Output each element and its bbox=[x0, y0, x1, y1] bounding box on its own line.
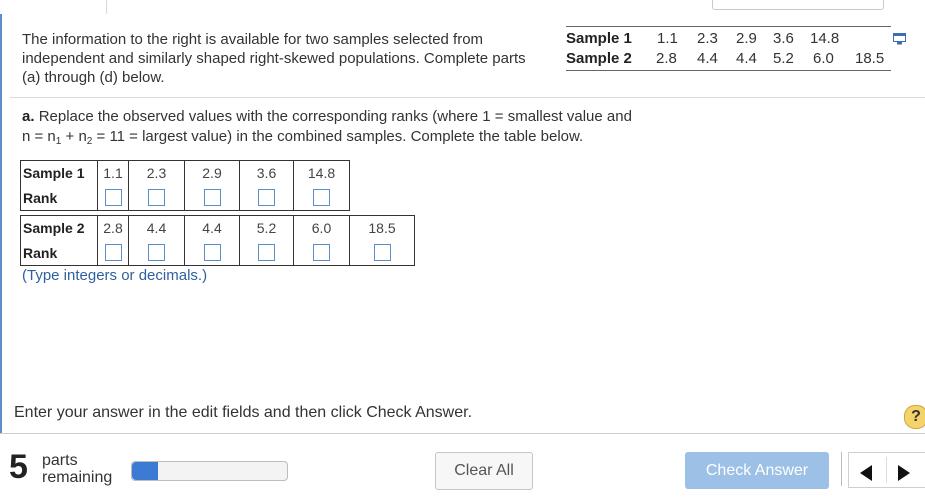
footer-instruction: Enter your answer in the edit fields and… bbox=[14, 404, 473, 421]
given-value: 2.3 bbox=[697, 30, 718, 47]
rank-cell bbox=[128, 185, 185, 211]
table-rule-top bbox=[566, 26, 891, 27]
given-sample2-label: Sample 2 bbox=[566, 50, 632, 67]
part-a-sub1: 1 bbox=[55, 136, 62, 147]
remaining-word: remaining bbox=[42, 469, 113, 486]
top-dropdown-edge[interactable] bbox=[712, 0, 884, 10]
part-a-text1: Replace the observed values with the cor… bbox=[38, 108, 632, 125]
table-cell: 14.8 bbox=[293, 160, 350, 185]
footer-divider bbox=[0, 433, 925, 434]
table-row: Rank bbox=[20, 240, 415, 266]
given-value: 4.4 bbox=[697, 50, 718, 67]
problem-intro: The information to the right is availabl… bbox=[22, 31, 526, 86]
question-nav bbox=[848, 452, 925, 488]
copy-icon[interactable] bbox=[893, 33, 907, 45]
table-cell: 1.1 bbox=[97, 160, 129, 185]
table-cell: 4.4 bbox=[184, 215, 240, 240]
table-rule-bottom bbox=[566, 70, 891, 71]
row-label: Rank bbox=[20, 185, 98, 211]
part-a-line2: n = n1 + n2 = 11 = largest value) in the… bbox=[22, 127, 722, 149]
rank-input[interactable] bbox=[104, 189, 122, 207]
part-a-label: a. bbox=[22, 108, 35, 125]
table-cell: 5.2 bbox=[239, 215, 294, 240]
given-value: 5.2 bbox=[773, 50, 794, 67]
given-value: 1.1 bbox=[657, 30, 678, 47]
parts-remaining-count: 5 bbox=[9, 448, 28, 486]
table-row: Sample 1 1.1 2.3 2.9 3.6 14.8 bbox=[20, 160, 350, 185]
nav-separator bbox=[841, 452, 842, 486]
rank-cell bbox=[184, 240, 240, 266]
rank-table-sample2: Sample 2 2.8 4.4 4.4 5.2 6.0 18.5 Rank bbox=[20, 215, 415, 266]
rank-input[interactable] bbox=[104, 244, 122, 262]
rank-cell bbox=[97, 185, 129, 211]
part-a-plus: + n bbox=[61, 128, 87, 145]
given-sample1-label: Sample 1 bbox=[566, 30, 632, 47]
prev-arrow-icon[interactable] bbox=[860, 465, 872, 481]
rank-cell bbox=[97, 240, 129, 266]
row-label: Sample 2 bbox=[20, 215, 98, 240]
table-cell: 3.6 bbox=[239, 160, 294, 185]
left-accent-bar bbox=[0, 14, 2, 434]
check-answer-button[interactable]: Check Answer bbox=[685, 452, 829, 489]
rank-input[interactable] bbox=[148, 244, 165, 262]
given-value: 18.5 bbox=[855, 50, 885, 67]
input-hint: (Type integers or decimals.) bbox=[22, 267, 208, 284]
table-cell: 18.5 bbox=[349, 215, 415, 240]
table-row: Sample 2 2.8 4.4 4.4 5.2 6.0 18.5 bbox=[20, 215, 415, 240]
progress-fill bbox=[132, 462, 159, 480]
top-strip bbox=[0, 0, 925, 14]
nav-divider bbox=[886, 457, 887, 483]
table-cell: 4.4 bbox=[128, 215, 185, 240]
rank-input[interactable] bbox=[258, 189, 275, 207]
section-divider bbox=[10, 97, 925, 98]
given-value: 6.0 bbox=[813, 50, 834, 67]
table-row: Rank bbox=[20, 185, 350, 211]
rank-input[interactable] bbox=[203, 244, 221, 262]
rank-cell bbox=[239, 240, 294, 266]
top-divider bbox=[106, 0, 107, 14]
given-value: 14.8 bbox=[810, 30, 840, 47]
rank-input[interactable] bbox=[148, 189, 165, 207]
parts-remaining-label: parts remaining bbox=[42, 452, 112, 486]
part-a-instructions: a. Replace the observed values with the … bbox=[22, 107, 722, 149]
table-cell: 2.3 bbox=[128, 160, 185, 185]
rank-input[interactable] bbox=[203, 189, 221, 207]
row-label: Sample 1 bbox=[20, 160, 98, 185]
table-cell: 2.8 bbox=[97, 215, 129, 240]
rank-input[interactable] bbox=[373, 244, 391, 262]
row-label: Rank bbox=[20, 240, 98, 266]
rank-input[interactable] bbox=[258, 244, 275, 262]
given-value: 3.6 bbox=[773, 30, 794, 47]
part-a-rest: = 11 = largest value) in the combined sa… bbox=[92, 128, 584, 145]
part-a-n: n = n bbox=[22, 128, 56, 145]
rank-cell bbox=[349, 240, 415, 266]
parts-word: parts bbox=[42, 452, 78, 469]
help-icon[interactable]: ? bbox=[904, 405, 925, 429]
rank-input[interactable] bbox=[313, 244, 330, 262]
part-a-sub2: 2 bbox=[86, 136, 93, 147]
clear-all-button[interactable]: Clear All bbox=[435, 452, 533, 490]
rank-input[interactable] bbox=[313, 189, 330, 207]
table-cell: 2.9 bbox=[184, 160, 240, 185]
rank-cell bbox=[184, 185, 240, 211]
rank-cell bbox=[293, 240, 350, 266]
rank-table-sample1: Sample 1 1.1 2.3 2.9 3.6 14.8 Rank bbox=[20, 160, 350, 211]
rank-cell bbox=[128, 240, 185, 266]
rank-cell bbox=[239, 185, 294, 211]
next-arrow-icon[interactable] bbox=[898, 465, 910, 481]
given-value: 2.9 bbox=[736, 30, 757, 47]
given-value: 4.4 bbox=[736, 50, 757, 67]
progress-bar bbox=[131, 461, 288, 481]
given-value: 2.8 bbox=[656, 50, 677, 67]
table-cell: 6.0 bbox=[293, 215, 350, 240]
rank-cell bbox=[293, 185, 350, 211]
part-a-line1: a. Replace the observed values with the … bbox=[22, 107, 722, 127]
